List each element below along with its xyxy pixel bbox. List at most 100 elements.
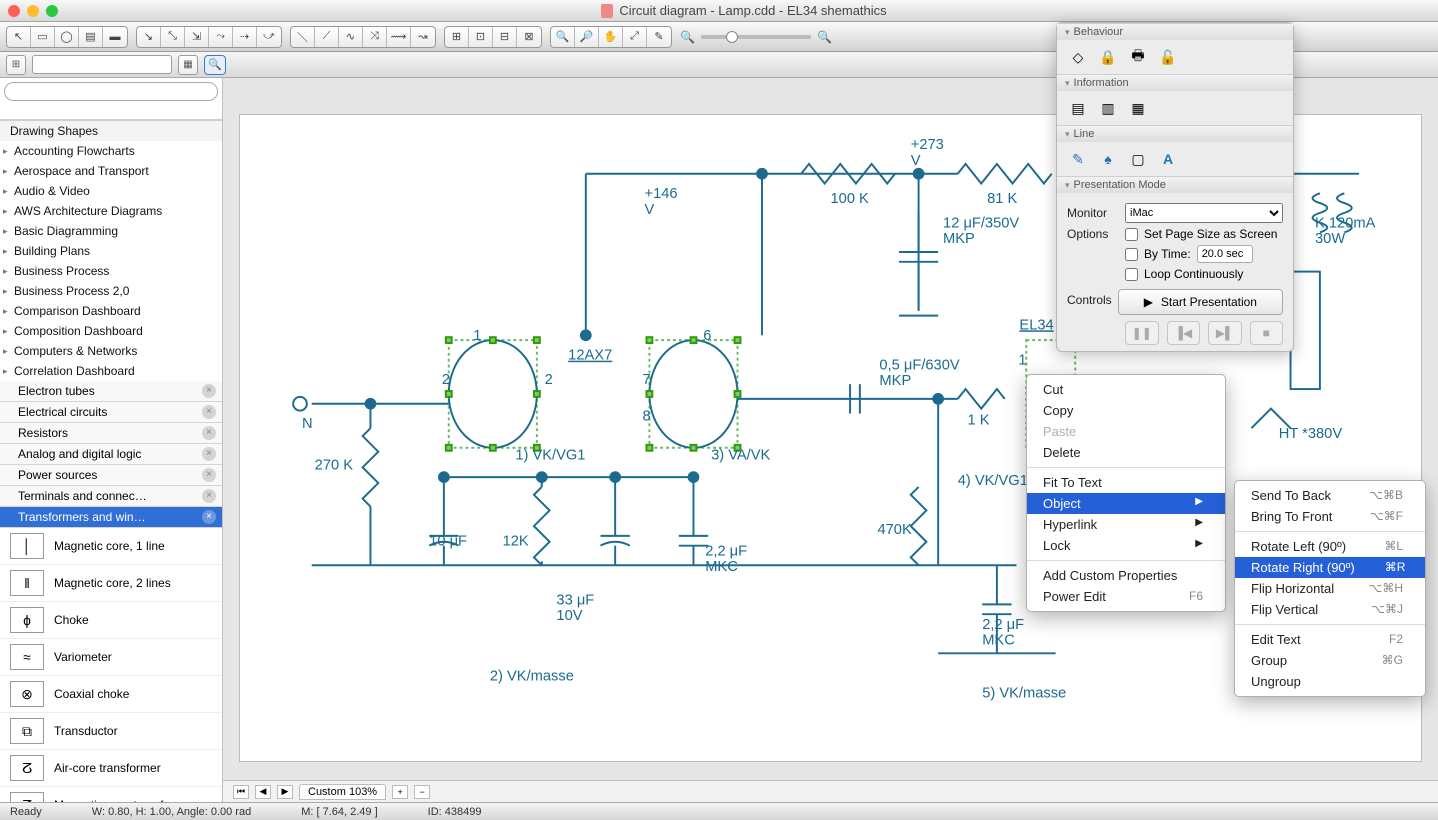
zoom-out-icon[interactable]: 🔎 — [575, 27, 599, 47]
info-icon-1[interactable]: ▤ — [1067, 97, 1089, 119]
library-tab[interactable]: Electron tubes× — [0, 381, 222, 402]
maximize-icon[interactable] — [46, 5, 58, 17]
library-tab[interactable]: Analog and digital logic× — [0, 444, 222, 465]
line-4[interactable]: ⤨ — [363, 27, 387, 47]
section-head[interactable]: Presentation Mode — [1057, 177, 1293, 193]
category-item[interactable]: Building Plans — [0, 241, 222, 261]
menu-item[interactable]: Bring To Front⌥⌘F — [1235, 506, 1425, 527]
next-icon[interactable]: ▶▌ — [1208, 321, 1242, 345]
connect-5[interactable]: ⇢ — [233, 27, 257, 47]
close-icon[interactable] — [8, 5, 20, 17]
menu-item[interactable]: Ungroup — [1235, 671, 1425, 692]
lock-icon[interactable]: 🔒 — [1097, 46, 1119, 68]
pan-icon[interactable]: ✋ — [599, 27, 623, 47]
ellipse-tool[interactable]: ◯ — [55, 27, 79, 47]
palette-item[interactable]: ⧉Transductor — [0, 713, 222, 750]
section-head[interactable]: Information — [1057, 75, 1293, 91]
search-button[interactable]: 🔍 — [204, 55, 226, 75]
minimize-icon[interactable] — [27, 5, 39, 17]
start-presentation-button[interactable]: ▶ Start Presentation — [1118, 289, 1283, 315]
palette-item[interactable]: ≈Variometer — [0, 639, 222, 676]
category-item[interactable]: Aerospace and Transport — [0, 161, 222, 181]
print-icon[interactable]: 🖶 — [1127, 46, 1149, 68]
category-item[interactable]: Comparison Dashboard — [0, 301, 222, 321]
menu-item[interactable]: Fit To Text — [1027, 472, 1225, 493]
connect-3[interactable]: ⇲ — [185, 27, 209, 47]
menu-item[interactable]: Copy — [1027, 400, 1225, 421]
line-3[interactable]: ∿ — [339, 27, 363, 47]
close-icon[interactable]: × — [202, 426, 216, 440]
menu-item[interactable]: Cut — [1027, 379, 1225, 400]
zoom-in-icon[interactable]: 🔍 — [551, 27, 575, 47]
square-icon[interactable]: ▢ — [1127, 148, 1149, 170]
pagesize-checkbox[interactable] — [1125, 228, 1138, 241]
bytime-checkbox[interactable] — [1125, 248, 1138, 261]
category-item[interactable]: Accounting Flowcharts — [0, 141, 222, 161]
line-1[interactable]: ＼ — [291, 27, 315, 47]
palette-item[interactable]: ɸChoke — [0, 602, 222, 639]
line-6[interactable]: ↝ — [411, 27, 435, 47]
connect-2[interactable]: ⤡ — [161, 27, 185, 47]
category-item[interactable]: Business Process 2,0 — [0, 281, 222, 301]
menu-item[interactable]: Power EditF6 — [1027, 586, 1225, 607]
category-item[interactable]: Computers & Networks — [0, 341, 222, 361]
section-head[interactable]: Line — [1057, 126, 1293, 142]
zoom-minus-icon[interactable]: 🔍 — [680, 30, 695, 44]
snap-4[interactable]: ⊠ — [517, 27, 541, 47]
fill-icon[interactable]: ♠ — [1097, 148, 1119, 170]
category-item[interactable]: Business Process — [0, 261, 222, 281]
close-icon[interactable]: × — [202, 468, 216, 482]
monitor-select[interactable]: iMac — [1125, 203, 1283, 223]
text-icon[interactable]: A — [1157, 148, 1179, 170]
connect-1[interactable]: ↘ — [137, 27, 161, 47]
category-item[interactable]: Composition Dashboard — [0, 321, 222, 341]
menu-item[interactable]: Send To Back⌥⌘B — [1235, 485, 1425, 506]
close-icon[interactable]: × — [202, 489, 216, 503]
close-icon[interactable]: × — [202, 384, 216, 398]
menu-item[interactable]: Edit TextF2 — [1235, 629, 1425, 650]
menu-item[interactable]: Hyperlink▶ — [1027, 514, 1225, 535]
palette-item[interactable]: ⊗Coaxial choke — [0, 676, 222, 713]
category-item[interactable]: Correlation Dashboard — [0, 361, 222, 381]
menu-item[interactable]: Flip Horizontal⌥⌘H — [1235, 578, 1425, 599]
section-head[interactable]: Behaviour — [1057, 24, 1293, 40]
close-icon[interactable]: × — [202, 405, 216, 419]
category-item[interactable]: Basic Diagramming — [0, 221, 222, 241]
zoom-thumb[interactable] — [726, 31, 738, 43]
page-first-icon[interactable]: ⏮ — [233, 785, 249, 799]
inspector-panel[interactable]: Behaviour ◇ 🔒 🖶 🔓 Information ▤ ▥ ▦ Line… — [1056, 22, 1294, 352]
zoom-out-btn[interactable]: − — [414, 785, 430, 799]
line-5[interactable]: ⟿ — [387, 27, 411, 47]
brush-icon[interactable]: ✎ — [647, 27, 671, 47]
category-item[interactable]: Audio & Video — [0, 181, 222, 201]
library-tab[interactable]: Terminals and connec…× — [0, 486, 222, 507]
snap-1[interactable]: ⊞ — [445, 27, 469, 47]
palette-item[interactable]: ⵒMagnetic-core transformer — [0, 787, 222, 802]
menu-item[interactable]: Delete — [1027, 442, 1225, 463]
page-next-icon[interactable]: ▶ — [277, 785, 293, 799]
stop-icon[interactable]: ■ — [1250, 321, 1284, 345]
info-icon-2[interactable]: ▥ — [1097, 97, 1119, 119]
menu-item[interactable]: Lock▶ — [1027, 535, 1225, 556]
rect-tool[interactable]: ▭ — [31, 27, 55, 47]
library-tab[interactable]: Electrical circuits× — [0, 402, 222, 423]
library-filter-input[interactable] — [32, 55, 172, 74]
grid-view-icon[interactable]: ▦ — [178, 55, 198, 75]
prev-icon[interactable]: ▐◀ — [1167, 321, 1201, 345]
pen-icon[interactable]: ✎ — [1067, 148, 1089, 170]
close-icon[interactable]: × — [202, 447, 216, 461]
library-tab[interactable]: Power sources× — [0, 465, 222, 486]
zoom-plus-icon[interactable]: 🔍 — [817, 30, 832, 44]
menu-item[interactable]: Add Custom Properties — [1027, 565, 1225, 586]
palette-item[interactable]: ‖Magnetic core, 2 lines — [0, 565, 222, 602]
menu-item[interactable]: Rotate Right (90º)⌘R — [1235, 557, 1425, 578]
text-tool[interactable]: ▤ — [79, 27, 103, 47]
palette-item[interactable]: │Magnetic core, 1 line — [0, 528, 222, 565]
palette-item[interactable]: ⵒAir-core transformer — [0, 750, 222, 787]
pause-icon[interactable]: ❚❚ — [1125, 321, 1159, 345]
zoom-display[interactable]: Custom 103% — [299, 784, 386, 800]
category-item[interactable]: AWS Architecture Diagrams — [0, 201, 222, 221]
behaviour-icon[interactable]: ◇ — [1067, 46, 1089, 68]
shape-tool[interactable]: ▬ — [103, 27, 127, 47]
page-prev-icon[interactable]: ◀ — [255, 785, 271, 799]
